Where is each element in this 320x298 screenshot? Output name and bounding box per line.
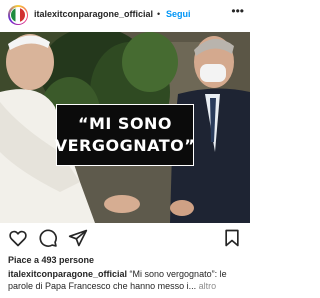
ellipsis-icon[interactable]: ••• [231,5,244,17]
avatar-image [11,8,25,22]
follow-button[interactable]: Segui [166,9,191,19]
post-image[interactable]: “MI SONO VERGOGNATO” [0,32,250,223]
username-link[interactable]: italexitconparagone_official [34,9,153,19]
likes-count[interactable]: Piace a 493 persone [8,255,94,265]
send-icon[interactable] [68,228,88,248]
separator-dot: • [157,9,161,19]
heart-icon[interactable] [8,228,28,248]
bookmark-icon[interactable] [222,228,242,248]
quote-line-1: “MI SONO [77,114,173,133]
caption-username[interactable]: italexitconparagone_official [8,269,127,279]
quote-overlay: “MI SONO VERGOGNATO” [54,104,196,166]
post-caption: italexitconparagone_official “Mi sono ve… [8,268,246,292]
avatar-ring [9,6,27,24]
post-header: italexitconparagone_official • Segui ••• [0,0,250,32]
comment-icon[interactable] [38,228,58,248]
caption-more-link[interactable]: altro [196,281,217,291]
action-bar [0,228,250,250]
quote-line-2: VERGOGNATO” [54,136,196,155]
avatar[interactable] [8,5,28,25]
